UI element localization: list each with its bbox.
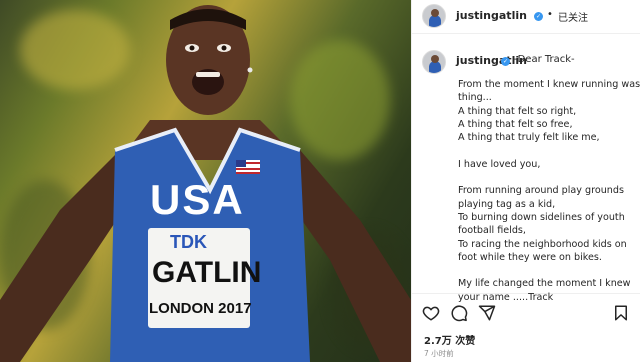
heart-icon[interactable]: [422, 304, 440, 322]
caption-line: foot while they were on bikes.: [458, 251, 602, 263]
verified-badge-icon: ✓: [501, 57, 510, 66]
bib-name: GATLIN: [152, 256, 262, 289]
caption-line: From the moment I knew running was a: [458, 79, 640, 90]
post-photo[interactable]: USA TDK GATLIN LONDON 2017: [0, 0, 411, 362]
follow-state-button[interactable]: 已关注: [558, 9, 588, 24]
caption-paragraph: From running around play grounds playing…: [458, 184, 638, 264]
caption-line: To racing the neighborhood kids on: [458, 238, 627, 250]
jersey-chest-text: USA: [150, 176, 245, 223]
paper-plane-icon[interactable]: [478, 304, 496, 322]
caption-line: I have loved you,: [458, 158, 541, 170]
header-username[interactable]: justingatlin: [456, 9, 527, 22]
bib-sponsor: TDK: [170, 232, 207, 252]
post-timestamp[interactable]: 7 小时前: [424, 348, 454, 359]
avatar[interactable]: [422, 50, 446, 74]
post-side-panel: justingatlin ✓ • 已关注 justingatlin ✓ -Dea…: [411, 0, 640, 362]
bookmark-icon[interactable]: [612, 304, 630, 322]
caption-line: My life changed the moment I knew: [458, 278, 631, 290]
verified-badge-icon: ✓: [534, 12, 543, 21]
separator-dot: •: [547, 9, 553, 20]
avatar[interactable]: [422, 4, 446, 28]
comment-icon[interactable]: [450, 304, 468, 322]
caption-line: A thing that felt so free,: [458, 118, 573, 130]
likes-count[interactable]: 2.7万 次赞: [424, 332, 475, 347]
bib-event: LONDON 2017: [149, 300, 252, 317]
caption-line: To burning down sidelines of youth: [458, 211, 625, 223]
caption-body: From the moment I knew running was a thi…: [458, 78, 640, 317]
caption-paragraph: I have loved you,: [458, 158, 638, 171]
caption-line: football fields,: [458, 225, 526, 237]
caption-section: justingatlin ✓ -Dear Track- From the mom…: [412, 40, 640, 303]
caption-title: -Dear Track-: [514, 54, 575, 65]
caption-line: thing...: [458, 92, 492, 104]
post-header: justingatlin ✓ • 已关注: [412, 0, 640, 34]
caption-line: A thing that truly felt like me,: [458, 132, 600, 144]
action-bar: [412, 300, 640, 326]
caption-line: A thing that felt so right,: [458, 105, 577, 117]
caption-line: From running around play grounds: [458, 185, 624, 197]
caption-paragraph: From the moment I knew running was a thi…: [458, 78, 640, 144]
caption-line: playing tag as a kid,: [458, 198, 556, 210]
